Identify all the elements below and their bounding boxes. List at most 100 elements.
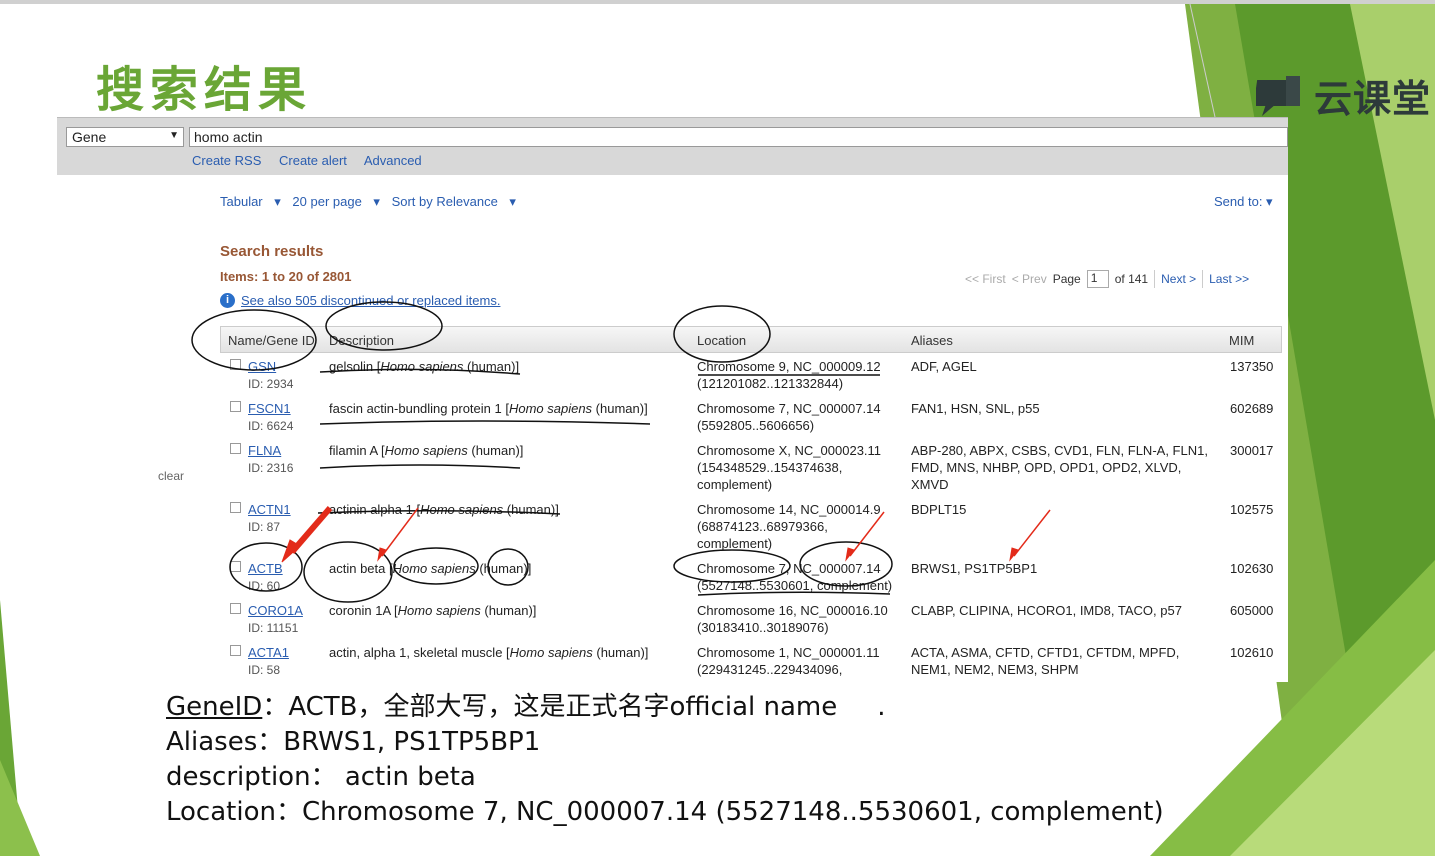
gene-name-link[interactable]: CORO1A [248,603,303,618]
pager-divider [1154,270,1156,288]
create-alert-link[interactable]: Create alert [279,153,347,168]
logo-text: 云课堂 [1314,77,1432,121]
gene-aliases: ABP-280, ABPX, CSBS, CVD1, FLN, FLN-A, F… [911,442,1208,493]
gene-aliases: BRWS1, PS1TP5BP1 [911,560,1037,594]
location-line: Chromosome 7, NC_000007.14 [697,561,881,576]
table-row: GSN ID: 2934 gelsolin [Homo sapiens (human… [220,358,1282,400]
results-heading: Search results [220,243,324,260]
location-line: (121201082..121332844) [697,376,844,391]
row-checkbox[interactable] [230,443,241,454]
gene-name-link[interactable]: FSCN1 [248,401,291,416]
send-to-dropdown[interactable]: Send to: ▾ [1214,194,1273,210]
species-name: Homo sapiens [397,603,481,618]
column-header-location[interactable]: Location [697,333,746,348]
table-row: ACTB ID: 60 actin beta [Homo sapiens (huma… [220,560,1282,602]
prev-page-link[interactable]: < Prev [1012,272,1047,286]
database-select-value: Gene [72,129,107,145]
description-suffix: (human)] [503,502,559,517]
gene-aliases: ADF, AGEL [911,358,977,392]
sort-dropdown[interactable]: Sort by Relevance ▾ [392,194,516,209]
gene-location: Chromosome 1, NC_000001.11 (229431245..22… [697,644,880,678]
page-label: Page [1052,272,1081,286]
gene-name-link[interactable]: ACTA1 [248,645,289,660]
gene-description: fascin actin-bundling protein 1 [Homo sa… [329,400,648,417]
gene-aliases: FAN1, HSN, SNL, p55 [911,400,1040,434]
database-select[interactable]: Gene ▼ [66,127,184,147]
search-bar: Gene ▼ homo actin Create RSS Create aler… [57,117,1288,175]
description-suffix: (human)] [475,561,532,576]
create-rss-link[interactable]: Create RSS [192,153,261,168]
gene-mim: 605000 [1230,603,1274,618]
clear-filters-link[interactable]: clear [158,469,184,483]
format-dropdown[interactable]: Tabular ▾ [220,194,281,209]
gene-mim: 102610 [1230,645,1274,660]
per-page-dropdown[interactable]: 20 per page ▾ [292,194,380,209]
alias-line: BRWS1, PS1TP5BP1 [911,561,1038,576]
pager-divider [1202,270,1204,288]
alias-line: FMD, MNS, NHBP, OPD, OPD1, OPD2, XLVD, [911,460,1182,475]
sort-label: Sort by Relevance [391,194,498,209]
note-gene-id: GeneID：ACTB，全部大写，这是正式名字official name. [166,690,1164,725]
per-page-label: 20 per page [292,194,362,209]
gene-description: actinin alpha 1 [Homo sapiens (human)] [329,501,559,518]
alias-line: ABP-280, ABPX, CSBS, CVD1, FLN, FLN-A, F… [911,443,1208,458]
species-name: Homo sapiens [508,401,593,416]
gene-description: gelsolin [Homo sapiens (human)] [329,358,519,375]
search-input[interactable]: homo actin [189,127,1288,147]
location-line: Chromosome X, NC_000023.11 [697,443,882,458]
page-number-input[interactable]: 1 [1086,270,1109,288]
first-page-link[interactable]: << First [965,272,1006,286]
gene-mim: 102575 [1230,502,1274,517]
description-text: gelsolin [ [329,359,381,374]
column-header-description[interactable]: Description [329,333,394,348]
location-line: (68874123..68979366, [697,519,828,534]
description-text: fascin actin-bundling protein 1 [ [329,401,509,416]
see-also-link[interactable]: i See also 505 discontinued or replaced … [220,293,500,308]
location-line: (30183410..30189076) [697,620,829,635]
ncbi-gene-results: Gene ▼ homo actin Create RSS Create aler… [57,117,1288,682]
search-links: Create RSS Create alert Advanced [192,153,436,168]
column-header-aliases[interactable]: Aliases [911,333,953,348]
description-text: filamin A [ [329,443,385,458]
row-checkbox[interactable] [230,603,241,614]
column-header-mim[interactable]: MIM [1229,333,1254,348]
location-line: (229431245..229434096, [697,662,843,677]
gene-id: ID: 6624 [248,419,294,433]
gene-name-link[interactable]: ACTN1 [248,502,291,517]
gene-name-link[interactable]: ACTB [248,561,283,576]
gene-id: ID: 87 [248,520,281,534]
row-checkbox[interactable] [230,359,241,370]
row-checkbox[interactable] [230,401,241,412]
location-line: (5527148..5530601, complement) [697,578,893,593]
description-suffix: (human)] [467,443,524,458]
gene-name-link[interactable]: GSN [248,359,276,374]
gene-description: filamin A [Homo sapiens (human)] [329,442,523,459]
gene-mim: 102630 [1230,561,1274,576]
last-page-link[interactable]: Last >> [1209,272,1249,286]
next-page-link[interactable]: Next > [1161,272,1196,286]
description-text: actinin alpha 1 [ [329,502,421,517]
description-text: actin beta [ [329,561,393,576]
row-checkbox[interactable] [230,645,241,656]
alias-line: FAN1, HSN, SNL, p55 [911,401,1040,416]
gene-aliases: BDPLT15 [911,501,966,535]
gene-mim: 602689 [1230,401,1274,416]
gene-location: Chromosome 7, NC_000007.14 (5592805..5606… [697,400,881,434]
gene-id: ID: 58 [248,663,281,677]
pagination: << First < Prev Page 1 of 141 Next > Las… [965,270,1249,288]
gene-id: ID: 11151 [248,621,299,635]
row-checkbox[interactable] [230,561,241,572]
note-gene-id-text: ：ACTB，全部大写，这是正式名字official name [262,692,838,722]
gene-mim: 300017 [1230,443,1274,458]
gene-aliases: CLABP, CLIPINA, HCORO1, IMD8, TACO, p57 [911,602,1182,636]
gene-mim: 137350 [1230,359,1274,374]
alias-line: ACTA, ASMA, CFTD, CFTD1, CFTDM, MPFD, [911,645,1180,660]
column-header-name[interactable]: Name/Gene ID [228,333,315,348]
page-total: of 141 [1114,272,1149,286]
table-header: Name/Gene ID Description Location Aliase… [220,326,1282,353]
gene-name-link[interactable]: FLNA [248,443,281,458]
advanced-link[interactable]: Advanced [364,153,422,168]
row-checkbox[interactable] [230,502,241,513]
gene-aliases: ACTA, ASMA, CFTD, CFTD1, CFTDM, MPFD, NEM… [911,644,1179,678]
table-row: CORO1A ID: 11151 coronin 1A [Homo sapiens … [220,602,1282,644]
